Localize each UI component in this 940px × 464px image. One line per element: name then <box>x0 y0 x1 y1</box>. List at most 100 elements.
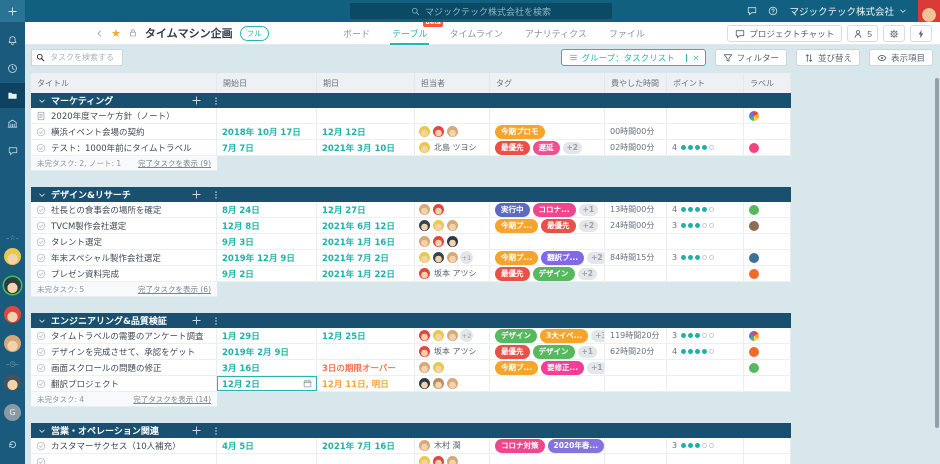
cell-title[interactable]: デザインを完成させて、承認をゲット <box>31 344 217 359</box>
check-circle-icon[interactable] <box>36 347 46 357</box>
cell-start-date[interactable]: 1月 29日 <box>217 328 317 343</box>
check-circle-icon[interactable] <box>36 363 46 373</box>
cell-assignees[interactable]: 北島 ツヨシ <box>415 140 490 155</box>
cell-title[interactable]: 翻訳プロジェクト <box>31 376 217 391</box>
cell-time-spent[interactable] <box>605 108 667 123</box>
cell-title[interactable]: 社長との食事会の場所を確定 <box>31 202 217 217</box>
cell-label[interactable] <box>744 202 791 217</box>
cell-label[interactable] <box>744 124 791 139</box>
tag-overflow-badge[interactable]: +2 <box>579 220 599 232</box>
cell-assignees[interactable]: 坂本 アツシ <box>415 344 490 359</box>
cell-points[interactable]: 3 <box>667 250 744 265</box>
column-header-3[interactable]: 担当者 <box>415 73 490 93</box>
cell-time-spent[interactable]: 24時間00分 <box>605 218 667 233</box>
cell-time-spent[interactable] <box>605 454 667 464</box>
table-row[interactable]: 2020年度マーケ方針（ノート） <box>31 108 791 124</box>
cell-label[interactable] <box>744 454 791 464</box>
cell-tags[interactable]: 実行中コロナ...+1 <box>490 202 605 217</box>
table-row[interactable]: 画面スクロールの問題の修正3月 16日3日の期限オーバー今期プ...要修正...… <box>31 360 791 376</box>
cell-assignees[interactable]: +1 <box>415 250 490 265</box>
tag-overflow-badge[interactable]: +2 <box>578 268 598 280</box>
table-row[interactable]: 横浜イベント会場の契約2018年 10月 17日12月 12日 今期プロモ00時間… <box>31 124 791 140</box>
tag-overflow-badge[interactable]: +2 <box>563 142 583 154</box>
cell-tags[interactable]: コロナ対策2020年春... <box>490 438 605 453</box>
cell-tags[interactable] <box>490 234 605 249</box>
cell-points[interactable]: 3 <box>667 438 744 453</box>
cell-title[interactable]: 横浜イベント会場の契約 <box>31 124 217 139</box>
tab-アナリティクス[interactable]: アナリティクス <box>525 22 587 45</box>
cell-due-date[interactable]: 2021年 6月 12日 <box>317 218 415 233</box>
member-avatar[interactable] <box>4 306 21 323</box>
sidebar-item-projects[interactable] <box>0 83 25 108</box>
cell-assignees[interactable] <box>415 124 490 139</box>
cell-points[interactable] <box>667 234 744 249</box>
cell-points[interactable] <box>667 124 744 139</box>
tag[interactable]: 今期プ... <box>495 219 538 233</box>
cell-start-date[interactable]: 2018年 10月 17日 <box>217 124 317 139</box>
column-header-2[interactable]: 期日 <box>317 73 415 93</box>
tag[interactable]: 3大イベ... <box>540 329 588 343</box>
cell-points[interactable] <box>667 376 744 391</box>
add-task-button[interactable] <box>191 315 202 326</box>
cell-time-spent[interactable] <box>605 234 667 249</box>
check-circle-icon[interactable] <box>36 127 46 137</box>
cell-label[interactable] <box>744 140 791 155</box>
cell-time-spent[interactable] <box>605 438 667 453</box>
global-add-button[interactable] <box>0 0 25 22</box>
cell-tags[interactable]: デザイン3大イベ...+3 <box>490 328 605 343</box>
check-circle-icon[interactable] <box>36 143 46 153</box>
cell-due-date[interactable]: 12月 27日 <box>317 202 415 217</box>
tag-overflow-badge[interactable]: +3 <box>591 330 605 342</box>
check-circle-icon[interactable] <box>36 441 46 451</box>
tag-overflow-badge[interactable]: +2 <box>587 252 605 264</box>
cell-time-spent[interactable]: 119時間20分 <box>605 328 667 343</box>
help-icon[interactable] <box>768 6 778 16</box>
tag[interactable]: コロナ対策 <box>495 439 545 453</box>
tag[interactable]: デザイン <box>533 267 575 281</box>
cell-time-spent[interactable]: 00時間00分 <box>605 124 667 139</box>
cell-due-date[interactable]: 2021年 7月 16日 <box>317 438 415 453</box>
cell-title[interactable]: 画面スクロールの問題の修正 <box>31 360 217 375</box>
group-header[interactable]: マーケティング <box>31 93 791 108</box>
tag[interactable]: 最優先 <box>495 345 530 359</box>
cell-time-spent[interactable]: 02時間00分 <box>605 140 667 155</box>
column-header-6[interactable]: ポイント <box>667 73 744 93</box>
check-circle-icon[interactable] <box>36 331 46 341</box>
tag[interactable]: 今期プ... <box>495 361 538 375</box>
cell-due-date[interactable]: 12月 12日 <box>317 124 415 139</box>
cell-assignees[interactable]: +2 <box>415 328 490 343</box>
tag[interactable]: 実行中 <box>495 203 530 217</box>
favorite-star-icon[interactable]: ★ <box>111 28 121 39</box>
cell-time-spent[interactable]: 84時間15分 <box>605 250 667 265</box>
cell-tags[interactable] <box>490 454 605 464</box>
cell-points[interactable]: 4 <box>667 344 744 359</box>
cell-due-date[interactable]: 3日の期限オーバー <box>317 360 415 375</box>
tab-タイムライン[interactable]: タイムライン <box>449 22 502 45</box>
check-circle-icon[interactable] <box>36 253 46 263</box>
cell-title[interactable]: カスタマーサクセス（10人補充） <box>31 438 217 453</box>
cell-due-date[interactable]: 2021年 7月 2日 <box>317 250 415 265</box>
cell-start-date[interactable]: 9月 3日 <box>217 234 317 249</box>
cell-points[interactable] <box>667 266 744 281</box>
cell-start-date[interactable] <box>217 454 317 464</box>
check-circle-icon[interactable] <box>36 237 46 247</box>
cell-tags[interactable] <box>490 108 605 123</box>
tab-ボード[interactable]: ボード <box>343 22 370 45</box>
cell-start-date[interactable]: 2019年 12月 9日 <box>217 250 317 265</box>
tag-overflow-badge[interactable]: +1 <box>578 346 598 358</box>
sidebar-item-notifications[interactable] <box>0 28 25 52</box>
member-avatar[interactable] <box>4 374 21 391</box>
cell-title[interactable]: 2020年度マーケ方針（ノート） <box>31 108 217 123</box>
tag[interactable]: 今期プ... <box>495 251 538 265</box>
cell-label[interactable] <box>744 344 791 359</box>
cell-label[interactable] <box>744 266 791 281</box>
table-row[interactable]: カスタマーサクセス（10人補充）4月 5日2021年 7月 16日木村 潤コロナ… <box>31 438 791 454</box>
add-task-button[interactable] <box>191 189 202 200</box>
cell-tags[interactable]: 今期プロモ <box>490 124 605 139</box>
table-row[interactable]: プレゼン資料完成9月 2日2021年 1月 22日坂本 アツシ最優先デザイン+2 <box>31 266 791 282</box>
table-row[interactable]: 社長との食事会の場所を確定8月 24日12月 27日実行中コロナ...+113時… <box>31 202 791 218</box>
column-header-7[interactable]: ラベル <box>744 73 791 93</box>
cell-points[interactable]: 3 <box>667 328 744 343</box>
cell-title[interactable] <box>31 454 217 464</box>
global-chat-icon[interactable] <box>747 6 757 16</box>
